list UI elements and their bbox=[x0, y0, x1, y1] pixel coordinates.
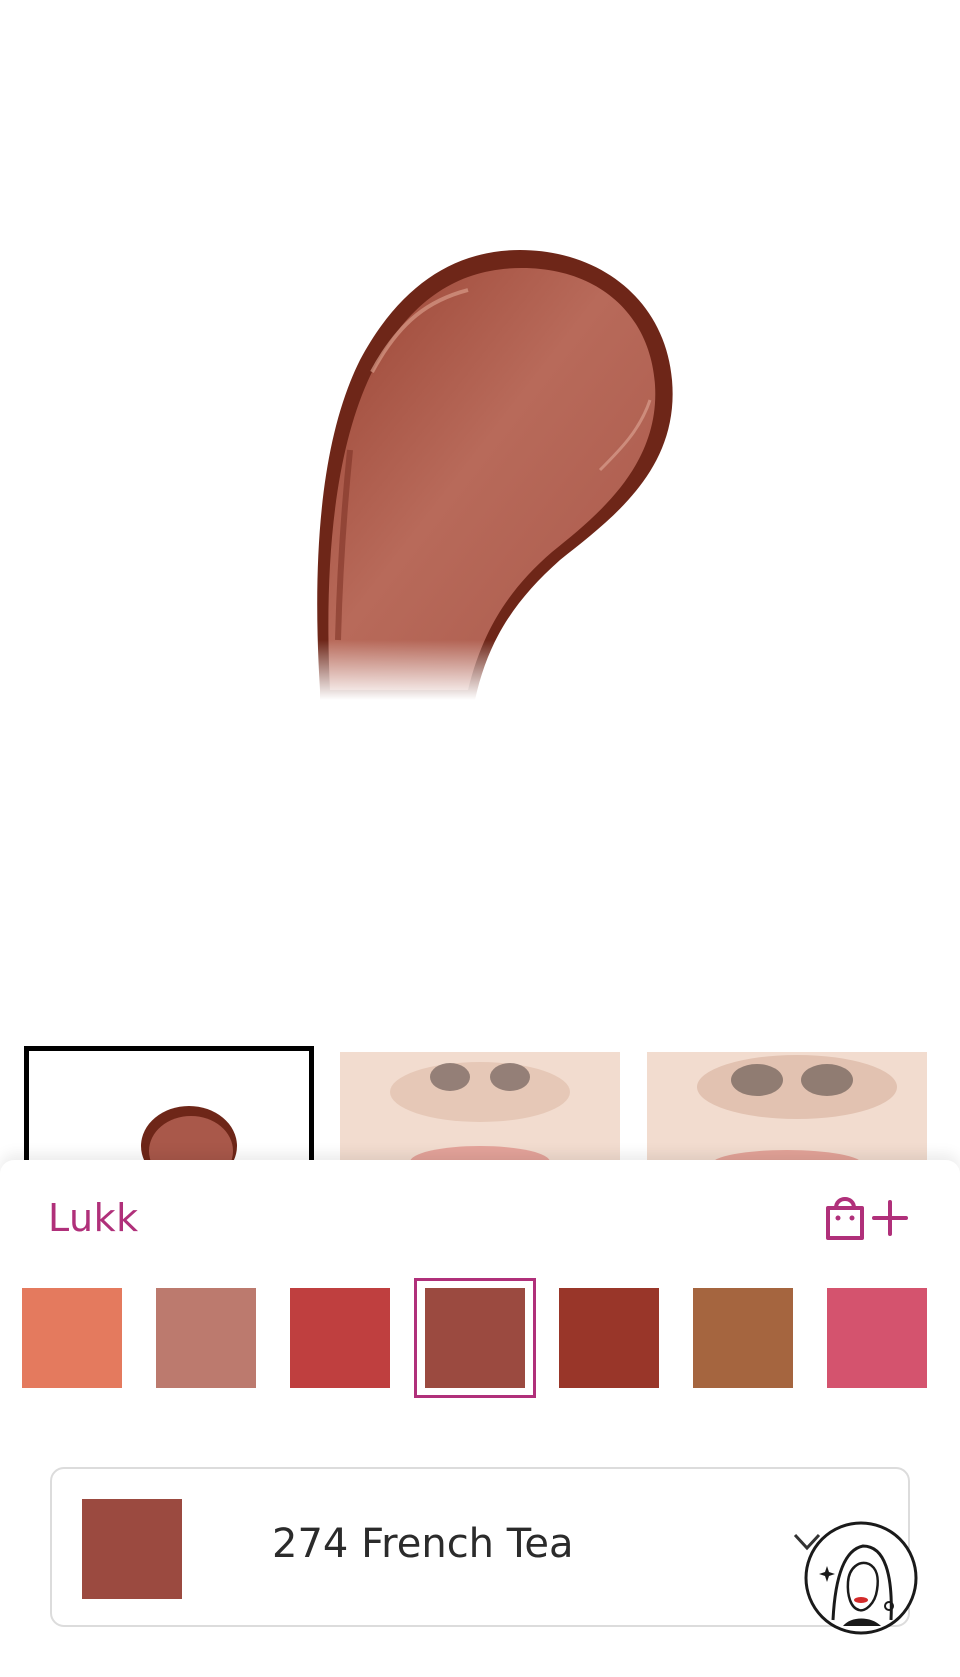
add-to-bag-button[interactable] bbox=[822, 1192, 914, 1242]
lips-model-thumb-icon bbox=[340, 1052, 620, 1160]
shade-swatch[interactable] bbox=[290, 1288, 390, 1388]
lips-model-thumb-icon bbox=[647, 1052, 927, 1160]
close-button[interactable]: Lukk bbox=[48, 1196, 139, 1240]
thumbnail-strip bbox=[0, 1040, 960, 1160]
lipstick-smear-image bbox=[300, 250, 673, 700]
shade-swatch[interactable] bbox=[827, 1288, 927, 1388]
selected-shade-preview bbox=[82, 1499, 182, 1599]
beauty-assistant-button[interactable] bbox=[803, 1520, 919, 1636]
selected-shade-label: 274 French Tea bbox=[272, 1521, 574, 1567]
shade-swatch[interactable] bbox=[693, 1288, 793, 1388]
shade-swatch[interactable] bbox=[559, 1288, 659, 1388]
shade-swatch-selected[interactable] bbox=[425, 1288, 525, 1388]
bag-plus-icon bbox=[826, 1197, 908, 1240]
thumbnail-model-1[interactable] bbox=[340, 1052, 620, 1160]
beauty-assistant-avatar-icon bbox=[804, 1521, 918, 1635]
lipstick-swatch-thumb-icon bbox=[141, 1106, 237, 1160]
shade-swatch[interactable] bbox=[156, 1288, 256, 1388]
thumbnail-swatch[interactable] bbox=[24, 1046, 314, 1160]
product-page: Lukk 274 French Tea bbox=[0, 0, 960, 1677]
thumbnail-model-2[interactable] bbox=[647, 1052, 927, 1160]
product-hero-image[interactable] bbox=[0, 0, 960, 1030]
shade-swatch[interactable] bbox=[22, 1288, 122, 1388]
shade-swatch-row bbox=[0, 1278, 960, 1408]
shade-dropdown[interactable]: 274 French Tea bbox=[50, 1467, 910, 1627]
